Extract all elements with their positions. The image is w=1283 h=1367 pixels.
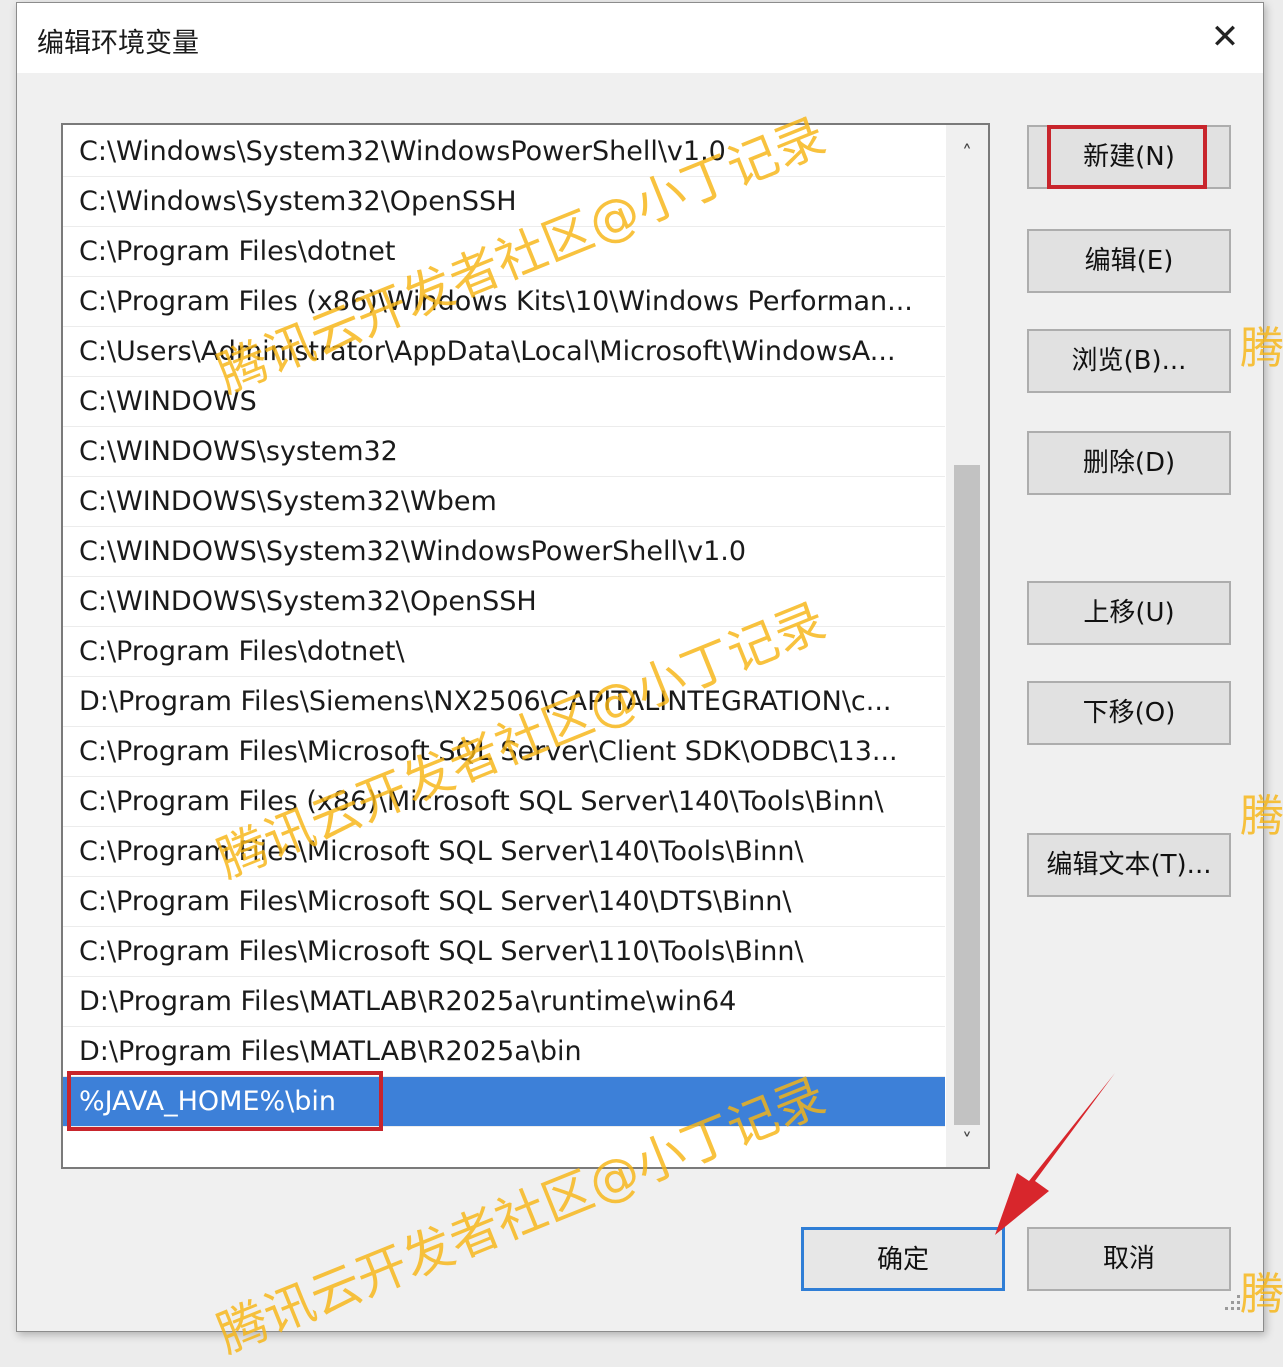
list-item-label: C:\WINDOWS\system32 bbox=[79, 436, 398, 467]
list-item-label: C:\Program Files\Microsoft SQL Server\11… bbox=[79, 936, 804, 967]
list-item-label: C:\Users\Administrator\AppData\Local\Mic… bbox=[79, 336, 896, 367]
list-item[interactable]: C:\WINDOWS\System32\OpenSSH bbox=[63, 577, 945, 627]
edit-button[interactable]: 编辑(E) bbox=[1027, 229, 1231, 293]
list-item-label: D:\Program Files\MATLAB\R2025a\runtime\w… bbox=[79, 986, 737, 1017]
list-item[interactable]: C:\Users\Administrator\AppData\Local\Mic… bbox=[63, 327, 945, 377]
cancel-button[interactable]: 取消 bbox=[1027, 1227, 1231, 1291]
list-item-label: C:\WINDOWS\System32\WindowsPowerShell\v1… bbox=[79, 536, 747, 567]
path-list[interactable]: C:\Windows\System32\WindowsPowerShell\v1… bbox=[61, 123, 990, 1169]
list-item[interactable]: D:\Program Files\MATLAB\R2025a\runtime\w… bbox=[63, 977, 945, 1027]
close-icon[interactable]: ✕ bbox=[1195, 11, 1255, 63]
list-item[interactable]: C:\Program Files (x86)\Microsoft SQL Ser… bbox=[63, 777, 945, 827]
move-up-button[interactable]: 上移(U) bbox=[1027, 581, 1231, 645]
list-item-label: C:\Windows\System32\OpenSSH bbox=[79, 186, 517, 217]
list-item[interactable]: C:\Program Files\dotnet\ bbox=[63, 627, 945, 677]
list-item[interactable]: C:\Program Files\Microsoft SQL Server\14… bbox=[63, 877, 945, 927]
delete-button[interactable]: 删除(D) bbox=[1027, 431, 1231, 495]
list-item[interactable]: D:\Program Files\Siemens\NX2506\CAPITALI… bbox=[63, 677, 945, 727]
list-item[interactable]: C:\WINDOWS bbox=[63, 377, 945, 427]
new-button-highlight-box bbox=[1047, 125, 1207, 189]
edit-environment-variable-dialog: 编辑环境变量 ✕ C:\Windows\System32\WindowsPowe… bbox=[16, 2, 1264, 1332]
list-item[interactable]: C:\Program Files (x86)\Windows Kits\10\W… bbox=[63, 277, 945, 327]
scrollbar-thumb[interactable] bbox=[954, 465, 980, 1125]
list-item-label: C:\Program Files\Microsoft SQL Server\14… bbox=[79, 886, 792, 917]
list-item-label: C:\WINDOWS bbox=[79, 386, 257, 417]
path-list-rows: C:\Windows\System32\WindowsPowerShell\v1… bbox=[63, 127, 945, 1127]
scroll-down-arrow-icon[interactable]: ˅ bbox=[946, 1117, 988, 1165]
list-item-label: D:\Program Files\Siemens\NX2506\CAPITALI… bbox=[79, 686, 892, 717]
red-arrow-icon bbox=[995, 1073, 1115, 1235]
move-down-button[interactable]: 下移(O) bbox=[1027, 681, 1231, 745]
vertical-scrollbar[interactable]: ˄ ˅ bbox=[946, 125, 988, 1167]
list-item-label: C:\Program Files (x86)\Windows Kits\10\W… bbox=[79, 286, 913, 317]
list-item-label: C:\Program Files\Microsoft SQL Server\14… bbox=[79, 836, 804, 867]
list-item[interactable]: C:\Windows\System32\WindowsPowerShell\v1… bbox=[63, 127, 945, 177]
list-item-label: C:\Program Files\dotnet bbox=[79, 236, 396, 267]
resize-grip-icon[interactable] bbox=[1221, 1291, 1241, 1311]
browse-button[interactable]: 浏览(B)... bbox=[1027, 329, 1231, 393]
list-item-label: C:\WINDOWS\System32\Wbem bbox=[79, 486, 497, 517]
list-item-label: D:\Program Files\MATLAB\R2025a\bin bbox=[79, 1036, 582, 1067]
list-item[interactable]: C:\Program Files\dotnet bbox=[63, 227, 945, 277]
list-item[interactable]: C:\Windows\System32\OpenSSH bbox=[63, 177, 945, 227]
edit-text-button[interactable]: 编辑文本(T)... bbox=[1027, 833, 1231, 897]
list-item-label: C:\Program Files (x86)\Microsoft SQL Ser… bbox=[79, 786, 884, 817]
list-item[interactable]: C:\Program Files\Microsoft SQL Server\14… bbox=[63, 827, 945, 877]
scroll-up-arrow-icon[interactable]: ˄ bbox=[946, 129, 988, 177]
title-bar: 编辑环境变量 ✕ bbox=[17, 3, 1263, 73]
list-item[interactable]: D:\Program Files\MATLAB\R2025a\bin bbox=[63, 1027, 945, 1077]
ok-button[interactable]: 确定 bbox=[801, 1227, 1005, 1291]
list-item-label: C:\WINDOWS\System32\OpenSSH bbox=[79, 586, 537, 617]
list-item-label: C:\Program Files\Microsoft SQL Server\Cl… bbox=[79, 736, 898, 767]
list-item[interactable]: C:\Program Files\Microsoft SQL Server\Cl… bbox=[63, 727, 945, 777]
list-item[interactable]: C:\Program Files\Microsoft SQL Server\11… bbox=[63, 927, 945, 977]
list-item-label: C:\Windows\System32\WindowsPowerShell\v1… bbox=[79, 136, 726, 167]
list-item[interactable]: C:\WINDOWS\System32\WindowsPowerShell\v1… bbox=[63, 527, 945, 577]
java-home-highlight-box bbox=[67, 1071, 383, 1131]
list-item[interactable]: C:\WINDOWS\system32 bbox=[63, 427, 945, 477]
list-item-label: C:\Program Files\dotnet\ bbox=[79, 636, 405, 667]
dialog-title: 编辑环境变量 bbox=[37, 28, 199, 59]
list-item[interactable]: C:\WINDOWS\System32\Wbem bbox=[63, 477, 945, 527]
